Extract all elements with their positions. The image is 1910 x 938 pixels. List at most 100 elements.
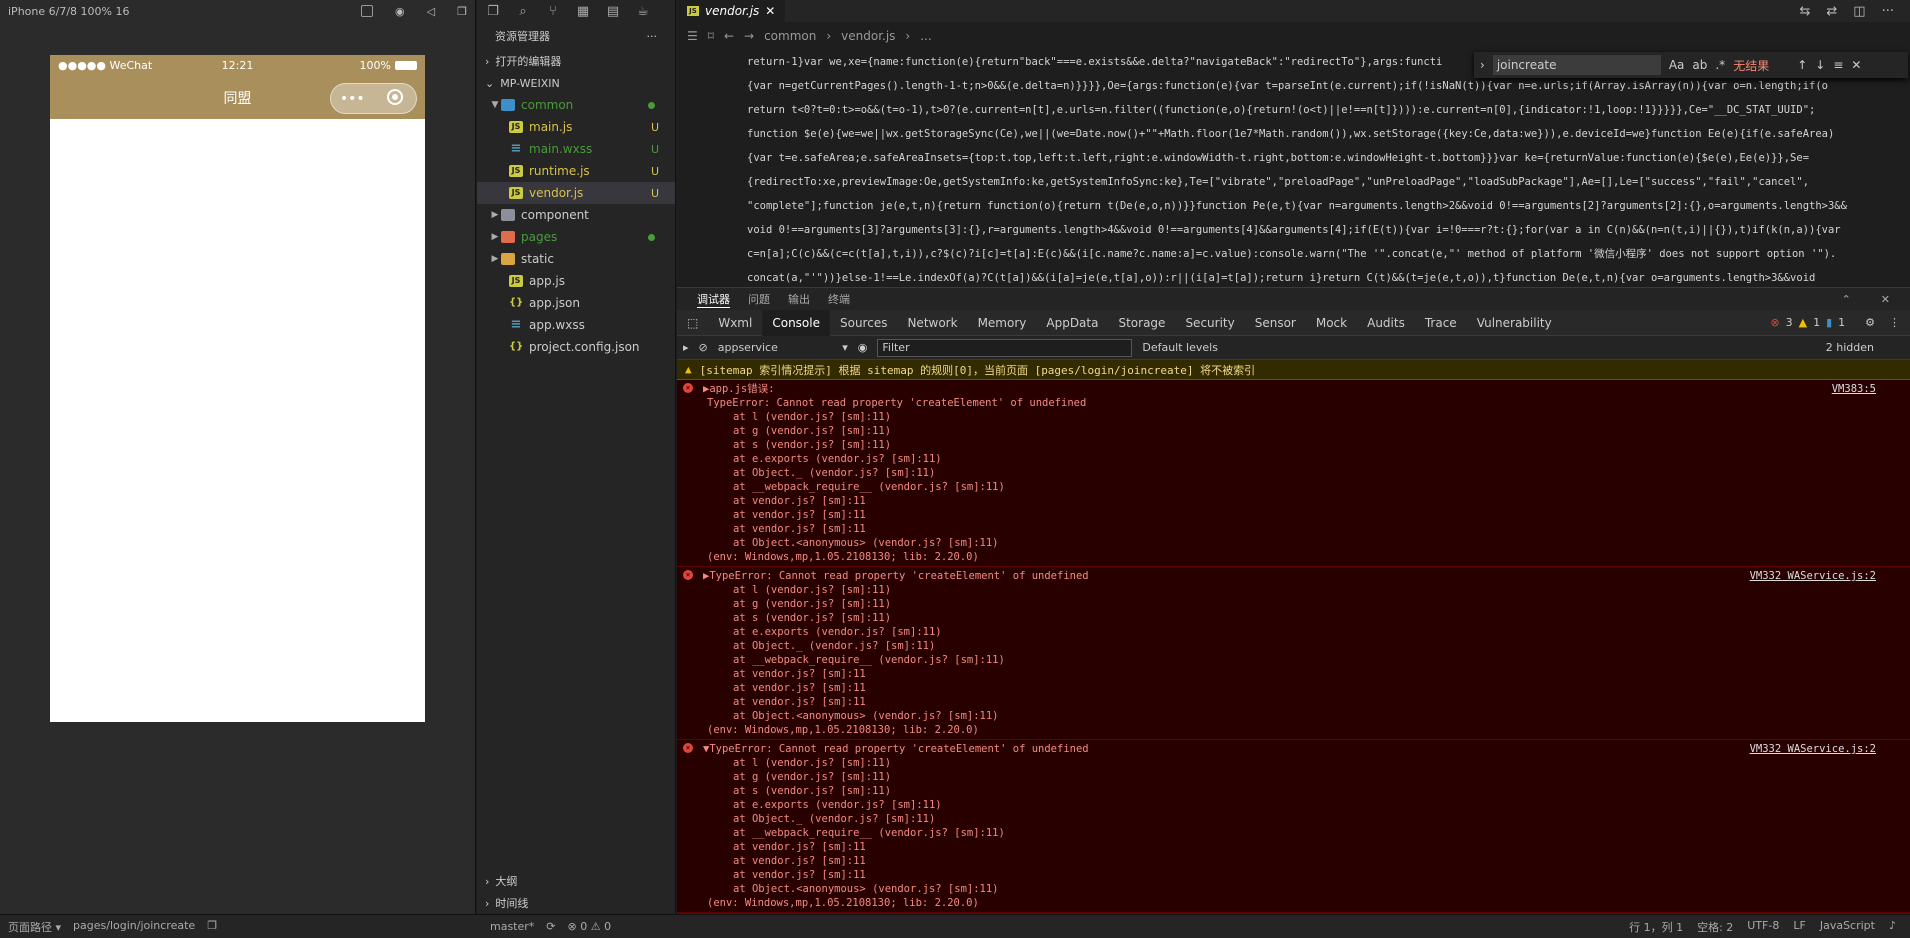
clear-console-icon[interactable]: ⊘	[699, 341, 708, 354]
tree-item[interactable]: ▶ pages	[477, 226, 675, 248]
error-source-link[interactable]: VM383:5	[1832, 382, 1876, 396]
tree-item[interactable]: JS main.js U	[477, 116, 675, 138]
tree-item[interactable]: JS vendor.js U	[477, 182, 675, 204]
cursor-position[interactable]: 行 1，列 1	[1629, 919, 1683, 935]
volume-icon[interactable]: ◁	[427, 5, 435, 18]
devtools-tab-mock[interactable]: Mock	[1306, 310, 1357, 336]
stack-frame[interactable]: at Object._ (vendor.js? [sm]:11)	[685, 812, 1910, 826]
line-ending[interactable]: LF	[1793, 919, 1805, 935]
forward-arrow-icon[interactable]: →	[744, 29, 754, 43]
stack-frame[interactable]: at s (vendor.js? [sm]:11)	[685, 611, 1910, 625]
stack-frame[interactable]: at Object.<anonymous> (vendor.js? [sm]:1…	[685, 709, 1910, 723]
tree-item[interactable]: {} project.config.json	[477, 336, 675, 358]
tree-item[interactable]: ≡ main.wxss U	[477, 138, 675, 160]
devtools-tab-appdata[interactable]: AppData	[1036, 310, 1108, 336]
tab-terminal[interactable]: 终端	[828, 291, 850, 307]
levels-dropdown[interactable]: Default levels	[1142, 341, 1218, 354]
compare-icon[interactable]: ⇆	[1799, 4, 1810, 19]
stack-frame[interactable]: at g (vendor.js? [sm]:11)	[685, 597, 1910, 611]
tree-item[interactable]: {} app.json	[477, 292, 675, 314]
sync-icon[interactable]: ⟳	[546, 920, 555, 933]
bookmark-icon[interactable]: ⌑	[708, 29, 714, 43]
error-header[interactable]: ▶app.js错误:	[685, 382, 1910, 396]
devtools-tab-trace[interactable]: Trace	[1415, 310, 1467, 336]
bell-icon[interactable]: ♪	[1889, 919, 1896, 935]
files-icon[interactable]: ❐	[485, 4, 501, 19]
more-actions-icon[interactable]: ···	[1882, 4, 1894, 19]
tree-item[interactable]: ▼ common	[477, 94, 675, 116]
context-selector[interactable]: appservice ▾	[718, 341, 848, 354]
whole-word-icon[interactable]: ab	[1692, 58, 1707, 72]
stack-frame[interactable]: at vendor.js? [sm]:11	[685, 695, 1910, 709]
devtools-tab-network[interactable]: Network	[897, 310, 967, 336]
stack-frame[interactable]: at vendor.js? [sm]:11	[685, 667, 1910, 681]
project-section[interactable]: ⌄ MP-WEIXIN	[477, 72, 675, 94]
devtools-tab-wxml[interactable]: Wxml	[708, 310, 762, 336]
find-input[interactable]: joincreate	[1492, 55, 1661, 75]
stack-frame[interactable]: at l (vendor.js? [sm]:11)	[685, 583, 1910, 597]
tab-problems[interactable]: 问题	[748, 291, 770, 307]
stack-frame[interactable]: at vendor.js? [sm]:11	[685, 494, 1910, 508]
devtools-tab-memory[interactable]: Memory	[968, 310, 1037, 336]
toggle-replace-icon[interactable]: ›	[1480, 58, 1485, 72]
stack-frame[interactable]: at s (vendor.js? [sm]:11)	[685, 784, 1910, 798]
branch-label[interactable]: master*	[490, 920, 534, 933]
tree-item[interactable]: ▶ static	[477, 248, 675, 270]
filter-input[interactable]: Filter	[877, 338, 1133, 357]
stack-frame[interactable]: at vendor.js? [sm]:11	[685, 868, 1910, 882]
prev-match-icon[interactable]: ↑	[1797, 58, 1807, 72]
breadcrumb-folder[interactable]: common	[764, 29, 816, 43]
console-error-entry[interactable]: ✕ ▶TypeError: Cannot read property 'creat…	[677, 567, 1910, 740]
copy-icon[interactable]: ❐	[207, 919, 217, 935]
stack-frame[interactable]: at vendor.js? [sm]:11	[685, 508, 1910, 522]
stack-frame[interactable]: at l (vendor.js? [sm]:11)	[685, 410, 1910, 424]
devtools-tab-sources[interactable]: Sources	[830, 310, 897, 336]
inspect-icon[interactable]: ⬚	[687, 316, 708, 330]
back-arrow-icon[interactable]: ←	[724, 29, 734, 43]
stack-frame[interactable]: at vendor.js? [sm]:11	[685, 854, 1910, 868]
devtools-tab-vulnerability[interactable]: Vulnerability	[1467, 310, 1562, 336]
tab-vendor-js[interactable]: JS vendor.js ✕	[677, 0, 786, 22]
devtools-tab-storage[interactable]: Storage	[1108, 310, 1175, 336]
search-icon[interactable]: ⌕	[515, 4, 531, 19]
devtools-tab-security[interactable]: Security	[1175, 310, 1244, 336]
tree-item[interactable]: ▶ component	[477, 204, 675, 226]
regex-icon[interactable]: .*	[1715, 58, 1725, 72]
tab-debugger[interactable]: 调试器	[697, 291, 730, 308]
error-header[interactable]: ▼TypeError: Cannot read property 'create…	[685, 742, 1910, 756]
error-source-link[interactable]: VM332 WAService.js:2	[1750, 569, 1876, 583]
page-path-button[interactable]: 页面路径 ▾	[8, 919, 61, 935]
split-editor-icon[interactable]: ◫	[1853, 4, 1865, 19]
next-match-icon[interactable]: ↓	[1815, 58, 1825, 72]
breadcrumb-file[interactable]: vendor.js	[841, 29, 895, 43]
encoding[interactable]: UTF-8	[1747, 919, 1779, 935]
stack-frame[interactable]: at e.exports (vendor.js? [sm]:11)	[685, 798, 1910, 812]
maximize-panel-icon[interactable]: ⌃	[1842, 293, 1851, 306]
message-counts[interactable]: ⊗ 3 ▲ 1 ▮ 1 ⚙ ⋮	[1770, 316, 1910, 329]
console-error-entry[interactable]: ✕ ▼TypeError: Cannot read property 'creat…	[677, 740, 1910, 913]
stack-frame[interactable]: at __webpack_require__ (vendor.js? [sm]:…	[685, 826, 1910, 840]
close-mini-program-button[interactable]	[374, 88, 417, 109]
swap-icon[interactable]: ⇄	[1826, 4, 1837, 19]
source-control-icon[interactable]: ⑂	[545, 4, 561, 19]
tree-item[interactable]: JS runtime.js U	[477, 160, 675, 182]
list-icon[interactable]: ☰	[687, 29, 698, 43]
explorer-more-button[interactable]: ···	[647, 30, 658, 43]
phone-icon[interactable]	[361, 5, 374, 17]
extensions-icon[interactable]: ▦	[575, 4, 591, 19]
debug-icon[interactable]: ☕	[635, 4, 651, 19]
stack-frame[interactable]: at g (vendor.js? [sm]:11)	[685, 770, 1910, 784]
indentation[interactable]: 空格: 2	[1697, 919, 1733, 935]
stack-frame[interactable]: at vendor.js? [sm]:11	[685, 840, 1910, 854]
close-panel-icon[interactable]: ✕	[1881, 293, 1890, 306]
eye-icon[interactable]: ◉	[858, 341, 868, 354]
console-error-entry[interactable]: ✕ ▶app.js错误: TypeError: Cannot read proper…	[677, 380, 1910, 567]
stack-frame[interactable]: at l (vendor.js? [sm]:11)	[685, 756, 1910, 770]
tree-item[interactable]: ≡ app.wxss	[477, 314, 675, 336]
device-selector[interactable]: iPhone 6/7/8 100% 16	[8, 5, 129, 18]
stack-frame[interactable]: at e.exports (vendor.js? [sm]:11)	[685, 452, 1910, 466]
outline-section[interactable]: › 大纲	[477, 870, 675, 892]
problems-count[interactable]: ⊗ 0 ⚠ 0	[568, 920, 612, 933]
settings-gear-icon[interactable]: ⚙	[1865, 316, 1875, 329]
tab-output[interactable]: 输出	[788, 291, 810, 307]
